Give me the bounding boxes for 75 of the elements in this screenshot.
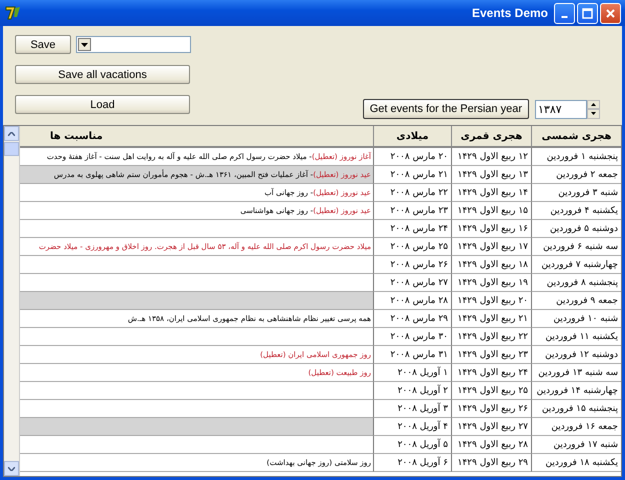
table-cell: ۲۸ ربیع الاول ۱۴۲۹	[451, 436, 531, 454]
maximize-icon	[582, 8, 593, 18]
minimize-icon	[561, 16, 568, 18]
scroll-down-icon[interactable]	[4, 461, 19, 476]
minimize-button[interactable]	[554, 2, 575, 24]
table-cell: ۳۱ مارس ۲۰۰۸	[373, 346, 451, 364]
table-cell: ۱۵ ربیع الاول ۱۴۲۹	[451, 202, 531, 220]
table-cell: ۵ آوریل ۲۰۰۸	[373, 436, 451, 454]
table-cell: پنجشنبه ۱۵ فروردین	[531, 400, 621, 418]
window-title: Events Demo	[470, 6, 549, 20]
table-cell: جمعه ۹ فروردین	[531, 292, 621, 310]
column-header[interactable]: هجری شمسی	[531, 126, 621, 148]
table-cell: جمعه ۱۶ فروردین	[531, 418, 621, 436]
table-cell: ۲۴ ربیع الاول ۱۴۲۹	[451, 364, 531, 382]
table-cell: چهارشنبه ۱۴ فروردین	[531, 382, 621, 400]
table-cell: دوشنبه ۵ فروردین	[531, 220, 621, 238]
close-icon	[605, 8, 616, 18]
table-cell: شنبه ۱۷ فروردین	[531, 436, 621, 454]
close-button[interactable]	[600, 2, 621, 24]
table-cell: ۳ آوریل ۲۰۰۸	[373, 400, 451, 418]
table-cell: ۱۴ ربیع الاول ۱۴۲۹	[451, 184, 531, 202]
year-field[interactable]: ۱۳۸۷	[535, 100, 587, 118]
column-header[interactable]: هجری قمری	[451, 126, 531, 148]
spin-down-icon[interactable]	[587, 109, 600, 118]
table-cell: دوشنبه ۱۲ فروردین	[531, 346, 621, 364]
save-all-vacations-button[interactable]: Save all vacations	[15, 65, 190, 84]
save-button[interactable]: Save	[15, 35, 71, 54]
table-cell: پنجشنبه ۸ فروردین	[531, 274, 621, 292]
load-button[interactable]: Load	[15, 95, 190, 114]
app-icon	[4, 4, 22, 22]
table-cell: ۲۳ مارس ۲۰۰۸	[373, 202, 451, 220]
table-cell: ۲۲ مارس ۲۰۰۸	[373, 184, 451, 202]
spin-up-icon[interactable]	[587, 100, 600, 109]
table-cell: یکشنبه ۴ فروردین	[531, 202, 621, 220]
table-cell: ۲۷ مارس ۲۰۰۸	[373, 274, 451, 292]
table-cell: ۲۰ مارس ۲۰۰۸	[373, 148, 451, 166]
table-cell: ۲۱ ربیع الاول ۱۴۲۹	[451, 310, 531, 328]
table-cell: ۲۳ ربیع الاول ۱۴۲۹	[451, 346, 531, 364]
table-cell: ۲۵ مارس ۲۰۰۸	[373, 238, 451, 256]
table-cell: ۲۶ ربیع الاول ۱۴۲۹	[451, 400, 531, 418]
table-cell: جمعه ۲ فروردین	[531, 166, 621, 184]
table-cell: ۱۳ ربیع الاول ۱۴۲۹	[451, 166, 531, 184]
table-cell: پنجشنبه ۱ فروردین	[531, 148, 621, 166]
table-cell: ۱۷ ربیع الاول ۱۴۲۹	[451, 238, 531, 256]
table-cell: ۲۵ ربیع الاول ۱۴۲۹	[451, 382, 531, 400]
table-cell: ۱۶ ربیع الاول ۱۴۲۹	[451, 220, 531, 238]
column-header[interactable]: مناسبت ها	[20, 126, 373, 148]
table-cell: ۲ آوریل ۲۰۰۸	[373, 382, 451, 400]
get-events-button[interactable]: Get events for the Persian year	[362, 99, 529, 119]
table-cell: سه شنبه ۱۳ فروردین	[531, 364, 621, 382]
table-cell: ۱۸ ربیع الاول ۱۴۲۹	[451, 256, 531, 274]
table-cell: ۲۲ ربیع الاول ۱۴۲۹	[451, 328, 531, 346]
table-cell: یکشنبه ۱۸ فروردین	[531, 454, 621, 472]
dropdown-field[interactable]	[76, 36, 191, 53]
column-header[interactable]: میلادی	[373, 126, 451, 148]
table-cell: شنبه ۳ فروردین	[531, 184, 621, 202]
table-cell: ۳۰ مارس ۲۰۰۸	[373, 328, 451, 346]
table-cell: ۲۶ مارس ۲۰۰۸	[373, 256, 451, 274]
table-cell: ۲۰ ربیع الاول ۱۴۲۹	[451, 292, 531, 310]
table-cell: سه شنبه ۶ فروردین	[531, 238, 621, 256]
scroll-thumb[interactable]	[4, 142, 19, 156]
table-cell: شنبه ۱۰ فروردین	[531, 310, 621, 328]
table-cell: یکشنبه ۱۱ فروردین	[531, 328, 621, 346]
table-cell: ۲۹ مارس ۲۰۰۸	[373, 310, 451, 328]
maximize-button[interactable]	[577, 2, 598, 24]
table-cell: ۱ آوریل ۲۰۰۸	[373, 364, 451, 382]
table-cell: چهارشنبه ۷ فروردین	[531, 256, 621, 274]
table-cell: ۲۹ ربیع الاول ۱۴۲۹	[451, 454, 531, 472]
scroll-up-icon[interactable]	[4, 126, 19, 141]
table-cell: ۶ آوریل ۲۰۰۸	[373, 454, 451, 472]
table-cell: ۱۹ ربیع الاول ۱۴۲۹	[451, 274, 531, 292]
table-cell: ۱۲ ربیع الاول ۱۴۲۹	[451, 148, 531, 166]
table-cell: ۲۴ مارس ۲۰۰۸	[373, 220, 451, 238]
scrollbar[interactable]	[4, 126, 20, 476]
table-cell: ۲۷ ربیع الاول ۱۴۲۹	[451, 418, 531, 436]
